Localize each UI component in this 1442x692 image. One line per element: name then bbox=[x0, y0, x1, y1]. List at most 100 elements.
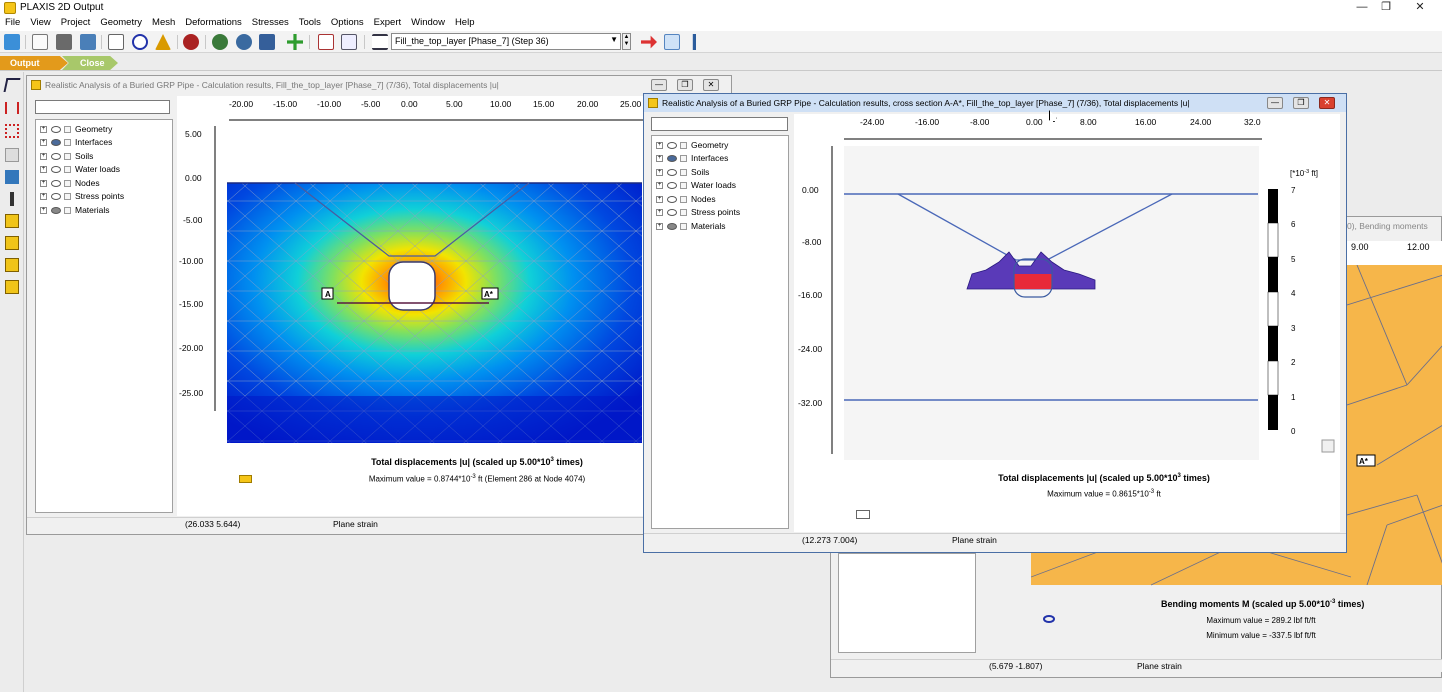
tree-item-water-loads[interactable]: + Water loads bbox=[40, 163, 120, 176]
menu-view[interactable]: View bbox=[25, 16, 55, 28]
tree-item-nodes[interactable]: + Nodes bbox=[40, 177, 100, 190]
status-mode: Plane strain bbox=[952, 535, 997, 545]
menu-window[interactable]: Window bbox=[406, 16, 450, 28]
tree-item-materials[interactable]: + Materials bbox=[656, 220, 725, 233]
bending-moment-plot[interactable]: A* bbox=[1347, 265, 1442, 585]
arrow-icon[interactable] bbox=[692, 34, 696, 50]
cross-section-window[interactable]: Realistic Analysis of a Buried GRP Pipe … bbox=[643, 93, 1347, 553]
bending-legend-icon bbox=[1043, 615, 1055, 623]
table-icon[interactable] bbox=[341, 34, 357, 50]
select-points-icon[interactable] bbox=[5, 124, 19, 138]
tree-search-input[interactable] bbox=[651, 117, 788, 131]
output-tabs: Output Close bbox=[0, 54, 1442, 71]
tree-item-stress-points[interactable]: + Stress points bbox=[656, 206, 740, 219]
menu-geometry[interactable]: Geometry bbox=[95, 16, 147, 28]
zoom-window-icon[interactable] bbox=[259, 34, 275, 50]
select-pointer-icon[interactable] bbox=[3, 78, 21, 92]
tree-item-stress-points[interactable]: + Stress points bbox=[40, 190, 124, 203]
list-icon[interactable] bbox=[372, 34, 388, 50]
tree-item-geometry[interactable]: + Geometry bbox=[656, 139, 728, 152]
menu-options[interactable]: Options bbox=[326, 16, 369, 28]
tree-search-input[interactable] bbox=[35, 100, 170, 114]
cross-section-window-title: Realistic Analysis of a Buried GRP Pipe … bbox=[644, 94, 1258, 112]
cross-section-icon[interactable] bbox=[664, 34, 680, 50]
curve-icon[interactable] bbox=[132, 34, 148, 50]
bending-tree-panel[interactable] bbox=[838, 553, 976, 653]
y-tick: -20.00 bbox=[179, 343, 203, 353]
report-icon[interactable] bbox=[80, 34, 96, 50]
tree-item-soils[interactable]: + Soils bbox=[656, 166, 709, 179]
pan-icon[interactable] bbox=[287, 34, 303, 50]
menu-tools[interactable]: Tools bbox=[294, 16, 326, 28]
status-mode: Plane strain bbox=[333, 519, 378, 529]
window-restore-button[interactable]: ❐ bbox=[677, 79, 693, 91]
y-tick: -16.00 bbox=[798, 290, 822, 300]
legend-toggle-icon[interactable] bbox=[239, 475, 252, 483]
x-ruler: -20.00 -15.00 -10.00 -5.00 0.00 5.00 10.… bbox=[229, 99, 642, 109]
cross-section-plot-area[interactable]: -24.00 -16.00 -8.00 0.00 8.00 16.00 24.0… bbox=[794, 114, 1340, 532]
bending-lower-plot bbox=[1031, 547, 1351, 586]
y-tick: 0.00 bbox=[185, 173, 202, 183]
model-explorer-tree[interactable]: + Geometry + Interfaces + Soils + Water load… bbox=[651, 135, 789, 529]
tree-item-geometry[interactable]: + Geometry bbox=[40, 123, 112, 136]
menu-file[interactable]: File bbox=[0, 16, 25, 28]
close-button[interactable]: ✕ bbox=[1404, 0, 1436, 14]
window-close-button[interactable]: ✕ bbox=[703, 79, 719, 91]
x-tick: 10.00 bbox=[490, 99, 512, 109]
label-icon[interactable] bbox=[5, 214, 19, 228]
cross-section-tool-icon[interactable] bbox=[5, 102, 19, 114]
note-icon[interactable] bbox=[5, 280, 19, 294]
model-view-icon[interactable] bbox=[108, 34, 124, 50]
displacement-window[interactable]: Realistic Analysis of a Buried GRP Pipe … bbox=[26, 75, 732, 535]
menu-deformations[interactable]: Deformations bbox=[180, 16, 247, 28]
reset-view-icon[interactable] bbox=[318, 34, 334, 50]
triangle-icon[interactable] bbox=[155, 34, 171, 50]
tree-item-materials[interactable]: + Materials bbox=[40, 204, 109, 217]
tree-item-nodes[interactable]: + Nodes bbox=[656, 193, 716, 206]
maximize-button[interactable]: ❐ bbox=[1370, 0, 1402, 14]
tab-close[interactable]: Close bbox=[62, 56, 118, 70]
tree-item-soils[interactable]: + Soils bbox=[40, 150, 93, 163]
window-close-button[interactable]: ✕ bbox=[1319, 97, 1335, 109]
cross-section-plot[interactable]: -24.00 -16.00 -8.00 0.00 8.00 16.00 24.0… bbox=[794, 114, 1340, 532]
rotate-icon[interactable] bbox=[183, 34, 199, 50]
legend-toggle-icon[interactable] bbox=[856, 510, 870, 519]
model-explorer-tree[interactable]: + Geometry + Interfaces + Soils + Water load… bbox=[35, 119, 173, 513]
copy-icon[interactable] bbox=[32, 34, 48, 50]
tree-item-water-loads[interactable]: + Water loads bbox=[656, 179, 736, 192]
menu-bar: File View Project Geometry Mesh Deformations S… bbox=[0, 16, 1442, 31]
print-icon[interactable] bbox=[56, 34, 72, 50]
bending-x-ruler: 9.00 12.00 bbox=[1347, 241, 1442, 265]
tab-output[interactable]: Output bbox=[0, 56, 68, 70]
open-project-icon[interactable] bbox=[4, 34, 20, 50]
x-tick: 9.00 bbox=[1351, 242, 1369, 252]
window-restore-button[interactable]: ❐ bbox=[1293, 97, 1309, 109]
zoom-in-icon[interactable] bbox=[212, 34, 228, 50]
legend-unit-label: [*10-3 ft] bbox=[1290, 169, 1318, 178]
menu-mesh[interactable]: Mesh bbox=[147, 16, 180, 28]
y-tick: -15.00 bbox=[179, 299, 203, 309]
window-app-icon bbox=[31, 80, 41, 90]
window-minimize-button[interactable]: — bbox=[1267, 97, 1283, 109]
y-ruler: 0.00 -8.00 -16.00 -24.00 -32.00 bbox=[798, 185, 822, 408]
menu-expert[interactable]: Expert bbox=[369, 16, 406, 28]
tree-item-interfaces[interactable]: + Interfaces bbox=[40, 136, 112, 149]
menu-project[interactable]: Project bbox=[56, 16, 96, 28]
menu-stresses[interactable]: Stresses bbox=[247, 16, 294, 28]
x-tick: 20.00 bbox=[577, 99, 599, 109]
lock-icon[interactable] bbox=[1321, 439, 1335, 453]
bending-status-bar: (5.679 -1.807) Plane strain bbox=[831, 659, 1442, 672]
step-spinner[interactable]: ▲ ▼ bbox=[622, 33, 631, 50]
phase-step-select[interactable]: Fill_the_top_layer [Phase_7] (Step 36) ▼ bbox=[391, 33, 621, 50]
zoom-out-icon[interactable] bbox=[236, 34, 252, 50]
hint-icon[interactable] bbox=[5, 258, 19, 272]
ruler-icon[interactable] bbox=[10, 192, 14, 206]
tree-item-interfaces[interactable]: + Interfaces bbox=[656, 152, 728, 165]
label-a: A bbox=[325, 290, 331, 299]
curve-points-icon[interactable] bbox=[5, 148, 19, 162]
info-icon[interactable] bbox=[5, 170, 19, 184]
window-minimize-button[interactable]: — bbox=[651, 79, 667, 91]
annotation-icon[interactable] bbox=[5, 236, 19, 250]
menu-help[interactable]: Help bbox=[450, 16, 480, 28]
next-step-icon[interactable] bbox=[641, 35, 657, 49]
